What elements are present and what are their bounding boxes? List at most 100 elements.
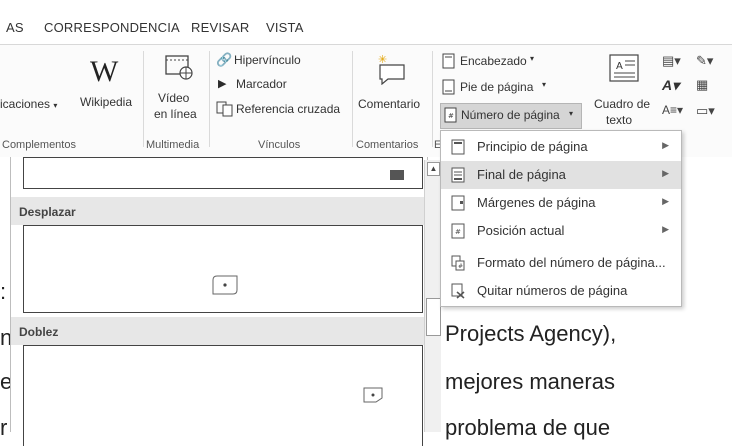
menu-item-label: Formato del número de página... xyxy=(477,255,666,270)
tab-correspondencia[interactable]: CORRESPONDENCIA xyxy=(44,20,180,35)
cross-reference-icon xyxy=(216,101,233,117)
group-divider xyxy=(352,51,353,147)
scroll-up-arrow-icon[interactable]: ▲ xyxy=(427,162,440,176)
wikipedia-label: Wikipedia xyxy=(80,95,133,109)
quick-parts-icon[interactable]: ▤▾ xyxy=(662,53,681,69)
cuadro-de-texto-label-2: texto xyxy=(606,113,633,127)
menu-item-label: Final de página xyxy=(477,167,566,182)
group-divider xyxy=(432,51,433,147)
gallery-scrollbar[interactable]: ▲ xyxy=(424,160,441,432)
menu-item-label: Márgenes de página xyxy=(477,195,596,210)
document-line-1: Projects Agency), xyxy=(445,321,617,346)
document-left-fragment-1: : xyxy=(0,279,7,304)
footer-icon xyxy=(442,79,455,95)
marcador-label: Marcador xyxy=(236,77,287,91)
hipervinculo-label: Hipervínculo xyxy=(234,53,301,67)
page-margins-icon xyxy=(451,195,465,211)
submenu-arrow-icon: ▶ xyxy=(662,224,669,234)
wordart-icon[interactable]: A▾ xyxy=(662,77,679,94)
encabezado-label: Encabezado xyxy=(460,54,527,68)
referencia-cruzada-button[interactable]: Referencia cruzada xyxy=(216,101,351,119)
wikipedia-icon: W xyxy=(90,55,119,88)
wikipedia-button[interactable]: W Wikipedia xyxy=(80,51,140,127)
comentario-label: Comentario xyxy=(358,97,421,111)
section-title: Doblez xyxy=(19,325,59,339)
dropdown-arrow-icon: ▾ xyxy=(569,109,574,118)
page-number-gallery: Desplazar Doblez xyxy=(10,157,428,446)
remove-page-number-icon xyxy=(451,283,465,299)
numero-de-pagina-label: Número de página xyxy=(461,108,560,122)
dropdown-arrow-icon: ▾ xyxy=(53,101,58,110)
menu-item-formato-numero-de-pagina[interactable]: # Formato del número de página... xyxy=(441,249,681,277)
pie-de-pagina-label: Pie de página xyxy=(460,80,534,94)
svg-text:A: A xyxy=(616,61,623,72)
submenu-arrow-icon: ▶ xyxy=(662,168,669,178)
marcador-button[interactable]: ▶ Marcador xyxy=(216,77,346,95)
menu-item-principio-de-pagina[interactable]: Principio de página ▶ xyxy=(441,133,681,161)
svg-text:✳: ✳ xyxy=(378,53,387,66)
menu-item-margenes-de-pagina[interactable]: Márgenes de página ▶ xyxy=(441,189,681,217)
menu-item-label: Quitar números de página xyxy=(477,283,628,298)
document-left-fragment-4: r xyxy=(0,415,8,440)
submenu-arrow-icon: ▶ xyxy=(662,140,669,150)
dropdown-arrow-icon: ▾ xyxy=(530,54,535,63)
menu-item-label: Posición actual xyxy=(477,223,565,238)
new-comment-icon: ✳ xyxy=(378,53,405,85)
tab-revisar[interactable]: REVISAR xyxy=(191,20,249,35)
section-title: Desplazar xyxy=(19,205,76,219)
group-label-complementos: Complementos xyxy=(2,139,76,151)
text-box-icon: A xyxy=(609,54,639,82)
drop-cap-icon[interactable]: A≡▾ xyxy=(662,103,683,117)
comentario-button[interactable]: ✳ Comentario xyxy=(356,51,428,133)
current-position-icon: # xyxy=(451,223,465,239)
gallery-item-previous[interactable] xyxy=(23,157,423,189)
cuadro-de-texto-button[interactable]: A Cuadro de texto xyxy=(594,51,656,133)
hipervinculo-button[interactable]: 🔗 Hipervínculo xyxy=(216,52,346,71)
submenu-arrow-icon: ▶ xyxy=(662,196,669,206)
page-top-icon xyxy=(451,139,465,155)
gallery-section-doblez: Doblez xyxy=(11,317,427,345)
referencia-cruzada-label: Referencia cruzada xyxy=(236,102,341,116)
aplicaciones-label: icaciones xyxy=(0,97,51,111)
group-label-vinculos: Vínculos xyxy=(258,139,301,151)
bookmark-flag-icon: ▶ xyxy=(218,78,227,90)
video-label-1: Vídeo xyxy=(158,91,190,105)
page-number-icon: # xyxy=(444,107,457,123)
menu-item-quitar-numeros-de-pagina[interactable]: Quitar números de página xyxy=(441,277,681,305)
folded-corner-number-icon xyxy=(363,387,383,403)
video-en-linea-button[interactable]: Vídeo en línea xyxy=(150,51,206,133)
gallery-item-doblez[interactable] xyxy=(23,345,423,446)
pie-de-pagina-button[interactable]: Pie de página ▾ xyxy=(442,79,582,97)
cuadro-de-texto-label-1: Cuadro de xyxy=(594,97,651,111)
group-label-multimedia: Multimedia xyxy=(146,139,200,151)
menu-item-label: Principio de página xyxy=(477,139,588,154)
group-divider xyxy=(143,51,144,147)
page-number-marker-icon xyxy=(390,170,404,180)
encabezado-button[interactable]: Encabezado ▾ xyxy=(442,53,582,71)
video-icon xyxy=(165,55,193,80)
menu-item-final-de-pagina[interactable]: Final de página ▶ xyxy=(441,161,681,189)
format-page-number-icon: # xyxy=(451,255,465,271)
dropdown-arrow-icon: ▾ xyxy=(542,80,547,89)
scroll-thumb[interactable] xyxy=(426,298,441,336)
date-time-icon[interactable]: ▦ xyxy=(696,77,708,93)
gallery-section-desplazar: Desplazar xyxy=(11,197,427,225)
tab-referencias[interactable]: AS xyxy=(6,20,24,35)
numero-de-pagina-menu: Principio de página ▶ Final de página ▶ … xyxy=(440,130,682,307)
tab-vista[interactable]: VISTA xyxy=(266,20,304,35)
numero-de-pagina-button[interactable]: # Número de página ▾ xyxy=(440,103,582,129)
scroll-number-icon xyxy=(212,275,238,295)
menu-item-posicion-actual[interactable]: # Posición actual ▶ xyxy=(441,217,681,245)
svg-text:#: # xyxy=(448,112,454,120)
svg-text:#: # xyxy=(455,228,461,236)
object-icon[interactable]: ▭▾ xyxy=(696,103,715,119)
document-line-3: problema de que xyxy=(445,415,611,440)
aplicaciones-button[interactable]: icaciones ▾ xyxy=(0,97,57,111)
group-divider xyxy=(209,51,210,147)
svg-text:#: # xyxy=(458,263,463,270)
signature-line-icon[interactable]: ✎▾ xyxy=(696,53,713,69)
page-bottom-icon xyxy=(451,167,465,183)
document-line-2: mejores maneras xyxy=(445,369,615,394)
gallery-item-desplazar[interactable] xyxy=(23,225,423,313)
hyperlink-icon: 🔗 xyxy=(216,52,233,67)
